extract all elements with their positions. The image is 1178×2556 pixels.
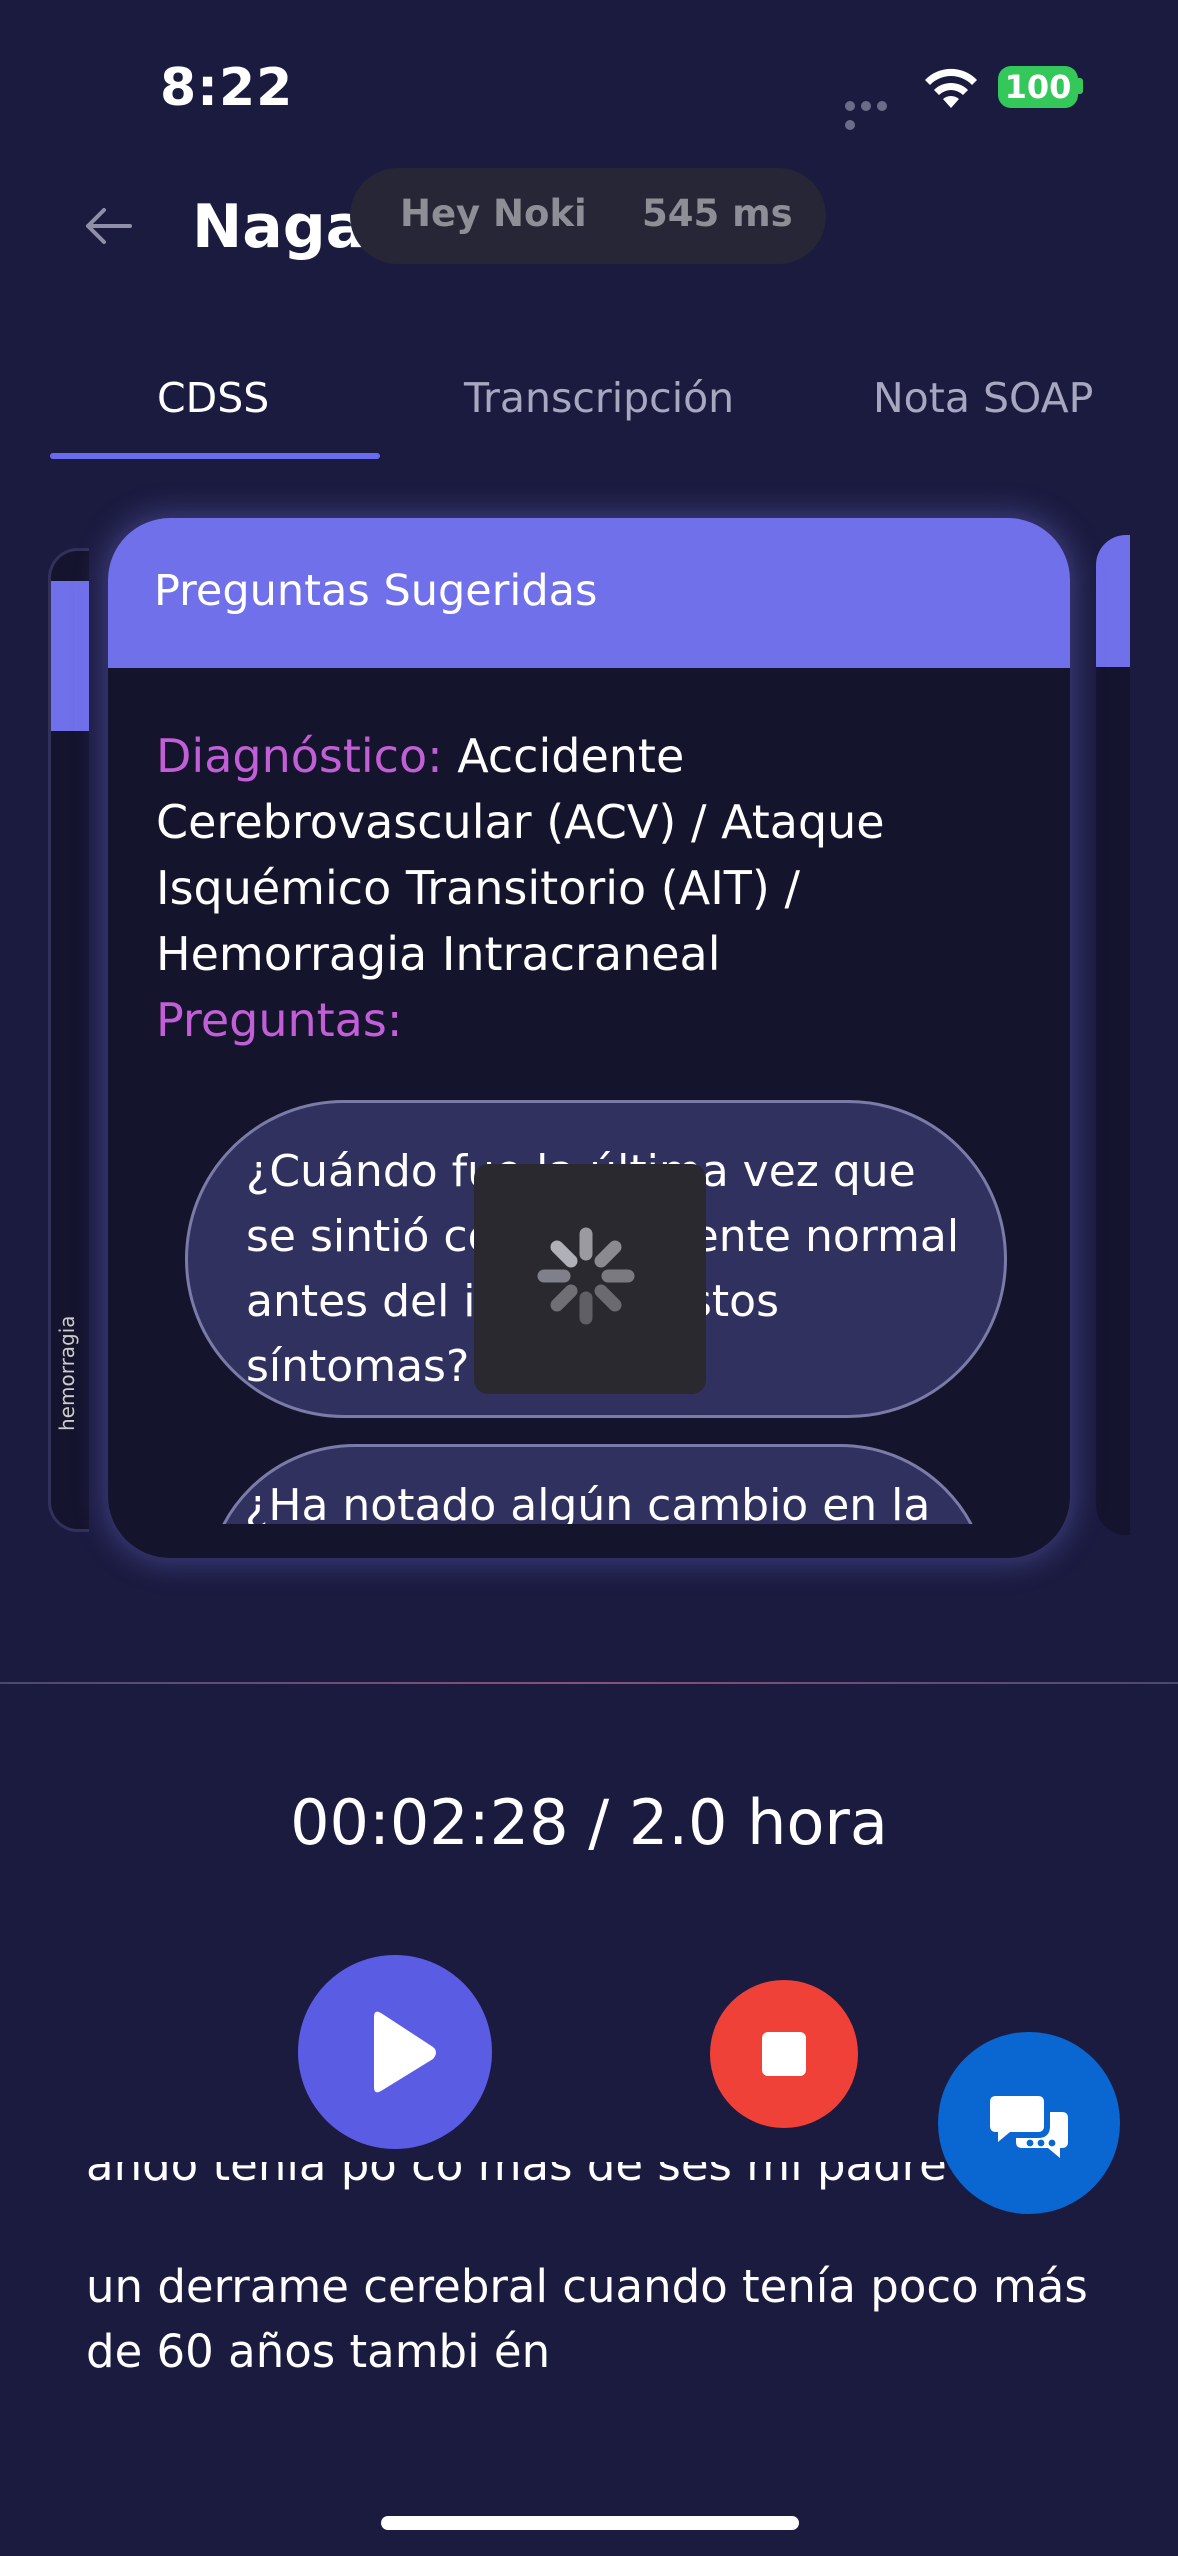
transcript-line-partial: ando tenía po co más de ses mi padre suf… (86, 2162, 1086, 2191)
diagnosis-text-line: Hemorragia Intracraneal (156, 927, 721, 981)
arrow-left-icon[interactable] (82, 200, 134, 252)
tab-cdss[interactable]: CDSS (157, 374, 269, 422)
card-body: Diagnóstico: Accidente Cerebrovascular (… (156, 723, 1016, 1053)
stop-button[interactable] (710, 1980, 858, 2128)
diagnosis-text-line: Cerebrovascular (ACV) / Ataque (156, 795, 885, 849)
loading-overlay (474, 1164, 706, 1394)
play-icon (374, 2011, 436, 2093)
spinner-icon (537, 1227, 635, 1325)
tab-transcripcion[interactable]: Transcripción (464, 374, 734, 422)
previous-card-header (51, 581, 89, 731)
next-card-header (1096, 535, 1130, 667)
chat-button[interactable] (938, 2032, 1120, 2214)
battery-nub (1078, 78, 1083, 94)
active-tab-indicator (50, 453, 380, 459)
diagnosis-text-line: Accidente (457, 729, 685, 783)
home-indicator[interactable] (381, 2516, 799, 2530)
page-title: Naga (192, 192, 367, 262)
play-button[interactable] (298, 1955, 492, 2149)
tab-nota-soap[interactable]: Nota SOAP (873, 374, 1093, 422)
recording-timer: 00:02:28 / 2.0 hora (0, 1786, 1178, 1859)
timer-limit: 2.0 hora (628, 1786, 888, 1859)
previous-card[interactable]: hemorragia (48, 548, 89, 1532)
timer-elapsed: 00:02:28 (290, 1786, 569, 1859)
stop-icon (762, 2032, 806, 2076)
timer-separator: / (588, 1786, 610, 1859)
wake-word-label: Hey Noki (400, 192, 587, 235)
card-title: Preguntas Sugeridas (154, 566, 598, 616)
section-divider (0, 1682, 1178, 1684)
diagnosis-label: Diagnóstico: (156, 729, 443, 783)
previous-card-text: hemorragia (55, 1315, 79, 1431)
card-header: Preguntas Sugeridas (108, 518, 1070, 668)
status-time: 8:22 (160, 58, 294, 118)
chat-bubbles-icon (990, 2096, 1068, 2158)
wifi-icon (925, 68, 977, 108)
cellular-signal-icon (845, 96, 905, 130)
battery-icon: 100 (998, 66, 1078, 108)
questions-label: Preguntas: (156, 993, 403, 1047)
question-text: ¿Ha notado algún cambio en la (245, 1480, 931, 1524)
transcript-line-partial-clip: ando tenía po co más de ses mi padre suf… (86, 2162, 1086, 2222)
transcript-line: un derrame cerebral cuando tenía poco má… (86, 2260, 1088, 2313)
voice-status-pill: Hey Noki 545 ms (350, 168, 826, 264)
latency-label: 545 ms (642, 192, 793, 235)
next-card[interactable] (1096, 535, 1130, 1535)
diagnosis-text-line: Isquémico Transitorio (AIT) / (156, 861, 800, 915)
question-bubble[interactable]: ¿Ha notado algún cambio en la (205, 1444, 990, 1524)
transcript-line: de 60 años tambi én (86, 2325, 551, 2378)
